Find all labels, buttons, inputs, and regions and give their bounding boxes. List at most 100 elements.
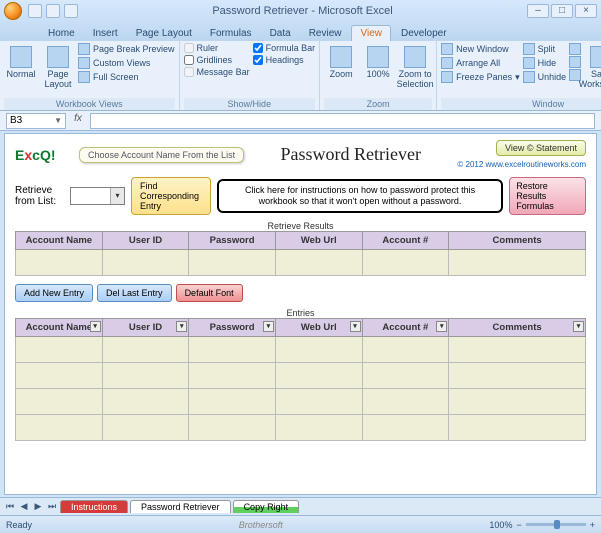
zoom-slider[interactable] <box>526 523 586 526</box>
default-font-button[interactable]: Default Font <box>176 284 243 302</box>
office-button[interactable] <box>4 2 22 20</box>
page-title: Password Retriever <box>252 144 449 165</box>
page-break-icon <box>78 43 90 55</box>
custom-views-icon <box>78 57 90 69</box>
tab-page-layout[interactable]: Page Layout <box>128 26 200 41</box>
arrange-all-button[interactable]: Arrange All <box>441 57 520 69</box>
message-bar-checkbox[interactable]: Message Bar <box>184 67 250 77</box>
fx-button[interactable]: fx <box>70 113 86 129</box>
col-account-name: Account Name <box>16 232 103 250</box>
tab-view[interactable]: View <box>351 25 391 41</box>
tab-nav-first[interactable]: ⏮ <box>4 501 16 513</box>
tab-nav-prev[interactable]: ◀ <box>18 501 30 513</box>
freeze-panes-button[interactable]: Freeze Panes ▾ <box>441 71 520 83</box>
formula-bar-checkbox[interactable]: Formula Bar <box>253 43 316 53</box>
full-screen-button[interactable]: Full Screen <box>78 71 175 83</box>
tab-insert[interactable]: Insert <box>85 26 126 41</box>
table-row[interactable] <box>16 389 586 415</box>
zoom-100-button[interactable]: 100% <box>361 43 395 82</box>
brand-watermark: Brothersoft <box>239 520 283 530</box>
freeze-icon <box>441 71 453 83</box>
page-layout-icon <box>47 46 69 68</box>
col2-user-id[interactable]: User ID▾ <box>102 319 189 337</box>
retrieve-results-table: Account Name User ID Password Web Url Ac… <box>15 231 586 276</box>
tab-nav-last[interactable]: ⏭ <box>46 501 58 513</box>
ruler-checkbox[interactable]: Ruler <box>184 43 250 53</box>
col2-web-url[interactable]: Web Url▾ <box>275 319 362 337</box>
entries-table: Account Name▾ User ID▾ Password▾ Web Url… <box>15 318 586 441</box>
tab-formulas[interactable]: Formulas <box>202 26 260 41</box>
instructions-box[interactable]: Click here for instructions on how to pa… <box>217 179 503 213</box>
chevron-down-icon[interactable]: ▼ <box>54 116 62 125</box>
page-break-button[interactable]: Page Break Preview <box>78 43 175 55</box>
close-button[interactable]: × <box>575 4 597 18</box>
name-box[interactable]: B3▼ <box>6 113 66 129</box>
group-show-hide: Show/Hide <box>184 98 316 110</box>
find-entry-button[interactable]: Find Corresponding Entry <box>131 177 211 215</box>
zoom-out-button[interactable]: − <box>516 520 521 530</box>
tab-nav-next[interactable]: ▶ <box>32 501 44 513</box>
dropdown-icon: ▾ <box>110 188 124 204</box>
col-user-id: User ID <box>102 232 189 250</box>
col-password: Password <box>189 232 276 250</box>
zoom-button[interactable]: Zoom <box>324 43 358 82</box>
hundred-icon <box>367 46 389 68</box>
sheet-tab-password-retriever[interactable]: Password Retriever <box>130 500 231 513</box>
formula-input[interactable] <box>90 113 595 129</box>
table-row[interactable] <box>16 337 586 363</box>
del-entry-button[interactable]: Del Last Entry <box>97 284 172 302</box>
qat-undo-icon[interactable] <box>46 4 60 18</box>
ribbon-tabs: Home Insert Page Layout Formulas Data Re… <box>0 22 601 41</box>
normal-view-button[interactable]: Normal <box>4 43 38 82</box>
gridlines-checkbox[interactable]: Gridlines <box>184 55 250 65</box>
col-comments: Comments <box>449 232 586 250</box>
col2-account-name[interactable]: Account Name▾ <box>16 319 103 337</box>
col2-account-num[interactable]: Account #▾ <box>362 319 449 337</box>
status-ready: Ready <box>6 520 32 530</box>
view-side-icon[interactable] <box>569 43 581 55</box>
retrieve-results-label: Retrieve Results <box>15 221 586 231</box>
filter-icon[interactable]: ▾ <box>176 321 187 332</box>
page-layout-button[interactable]: Page Layout <box>41 43 75 92</box>
filter-icon[interactable]: ▾ <box>573 321 584 332</box>
unhide-icon <box>523 71 535 83</box>
filter-icon[interactable]: ▾ <box>436 321 447 332</box>
minimize-button[interactable]: – <box>527 4 549 18</box>
unhide-button[interactable]: Unhide <box>523 71 567 83</box>
qat-redo-icon[interactable] <box>64 4 78 18</box>
add-entry-button[interactable]: Add New Entry <box>15 284 93 302</box>
tab-review[interactable]: Review <box>301 26 350 41</box>
tab-home[interactable]: Home <box>40 26 83 41</box>
tab-data[interactable]: Data <box>262 26 299 41</box>
custom-views-button[interactable]: Custom Views <box>78 57 175 69</box>
col-account-num: Account # <box>362 232 449 250</box>
filter-icon[interactable]: ▾ <box>350 321 361 332</box>
filter-icon[interactable]: ▾ <box>90 321 101 332</box>
headings-checkbox[interactable]: Headings <box>253 55 316 65</box>
restore-formulas-button[interactable]: Restore Results Formulas <box>509 177 586 215</box>
split-button[interactable]: Split <box>523 43 567 55</box>
sheet-tab-instructions[interactable]: Instructions <box>60 500 128 513</box>
save-workspace-button[interactable]: Save Workspace <box>584 43 601 92</box>
logo: ExcQ! <box>15 141 71 169</box>
table-row[interactable] <box>16 415 586 441</box>
hide-button[interactable]: Hide <box>523 57 567 69</box>
sheet-tab-copyright[interactable]: Copy Right <box>233 500 300 513</box>
new-window-icon <box>441 43 453 55</box>
table-row[interactable] <box>16 250 586 276</box>
maximize-button[interactable]: □ <box>551 4 573 18</box>
col-web-url: Web Url <box>275 232 362 250</box>
view-statement-button[interactable]: View © Statement <box>496 140 586 156</box>
zoom-in-button[interactable]: + <box>590 520 595 530</box>
qat-save-icon[interactable] <box>28 4 42 18</box>
tab-developer[interactable]: Developer <box>393 26 455 41</box>
col2-password[interactable]: Password▾ <box>189 319 276 337</box>
zoom-selection-button[interactable]: Zoom to Selection <box>398 43 432 92</box>
table-row[interactable] <box>16 363 586 389</box>
filter-icon[interactable]: ▾ <box>263 321 274 332</box>
col2-comments[interactable]: Comments▾ <box>449 319 586 337</box>
new-window-button[interactable]: New Window <box>441 43 520 55</box>
sync-scroll-icon[interactable] <box>569 56 581 68</box>
retrieve-list-dropdown[interactable]: ▾ <box>70 187 125 205</box>
zoom-level[interactable]: 100% <box>489 520 512 530</box>
